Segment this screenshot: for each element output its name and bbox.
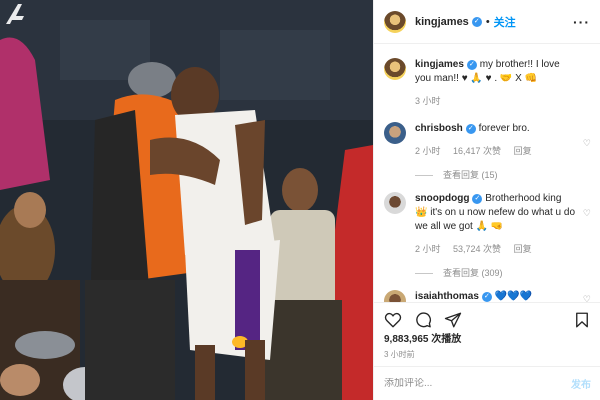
post-timestamp: 3 小时前 <box>384 350 415 359</box>
avatar[interactable] <box>384 192 406 214</box>
header-separator: • <box>485 15 490 28</box>
comment-username[interactable]: snoopdogg <box>415 193 469 204</box>
comment-like-heart-icon[interactable]: ♡ <box>583 138 591 149</box>
avatar[interactable] <box>384 290 406 302</box>
add-comment-bar: 发布 <box>374 366 600 400</box>
list-item: chrisbosh ✓ forever bro. 2 小时 16,417 次赞 回… <box>374 116 600 186</box>
comment-username[interactable]: chrisbosh <box>415 123 463 134</box>
comment-username[interactable]: isaiahthomas <box>415 291 479 302</box>
comment-meta: 2 小时 16,417 次赞 回复 <box>415 144 575 158</box>
heart-icon[interactable] <box>384 311 402 329</box>
publish-button[interactable]: 发布 <box>571 376 591 391</box>
caption-username[interactable]: kingjames <box>415 59 464 70</box>
avatar[interactable] <box>384 122 406 144</box>
post-header: kingjames ✓ • 关注 ··· <box>374 0 600 44</box>
caption-time: 3 小时 <box>415 96 441 106</box>
reply-button[interactable]: 回复 <box>514 244 532 254</box>
verified-badge-icon: ✓ <box>471 16 482 27</box>
verified-badge-icon: ✓ <box>472 194 483 204</box>
list-item: isaiahthomas ✓ 💙💙💙 ♡ <box>374 284 600 302</box>
comment-icon[interactable] <box>414 311 432 329</box>
comment-text: forever bro. <box>478 123 530 134</box>
author-username[interactable]: kingjames <box>415 16 469 28</box>
post-media[interactable] <box>0 0 373 400</box>
comment-time: 2 小时 <box>415 146 441 156</box>
view-count[interactable]: 9,883,965 次播放 <box>384 330 461 345</box>
lakers-logo-icon <box>6 4 24 24</box>
reply-button[interactable]: 回复 <box>514 146 532 156</box>
share-icon[interactable] <box>444 311 462 329</box>
caption-meta: 3 小时 <box>415 94 575 108</box>
comment-input[interactable] <box>384 378 571 389</box>
post-sidebar: kingjames ✓ • 关注 ··· kingjames ✓ my broth… <box>373 0 600 400</box>
bookmark-icon[interactable] <box>573 311 591 329</box>
verified-badge-icon: ✓ <box>465 124 476 134</box>
verified-badge-icon: ✓ <box>481 292 492 302</box>
list-item: snoopdogg ✓ Brotherhood king 👑 it's on u … <box>374 186 600 284</box>
comment-likes[interactable]: 16,417 次赞 <box>453 146 501 156</box>
comment-time: 2 小时 <box>415 244 441 254</box>
view-replies-button[interactable]: 查看回复 (309) <box>415 266 575 280</box>
comment-text: 💙💙💙 <box>494 291 533 302</box>
view-replies-button[interactable]: 查看回复 (15) <box>415 168 575 182</box>
comments-list[interactable]: kingjames ✓ my brother!! I love you man!!… <box>374 52 600 302</box>
comment-like-heart-icon[interactable]: ♡ <box>583 294 591 302</box>
caption: kingjames ✓ my brother!! I love you man!!… <box>374 52 600 108</box>
avatar[interactable] <box>384 58 406 80</box>
verified-badge-icon: ✓ <box>466 60 477 70</box>
avatar[interactable] <box>384 10 406 33</box>
more-options-icon[interactable]: ··· <box>573 14 590 30</box>
follow-button[interactable]: 关注 <box>494 14 516 30</box>
comment-likes[interactable]: 53,724 次赞 <box>453 244 501 254</box>
comment-meta: 2 小时 53,724 次赞 回复 <box>415 242 575 256</box>
comment-like-heart-icon[interactable]: ♡ <box>583 208 591 219</box>
video-frame-illustration <box>0 0 373 400</box>
